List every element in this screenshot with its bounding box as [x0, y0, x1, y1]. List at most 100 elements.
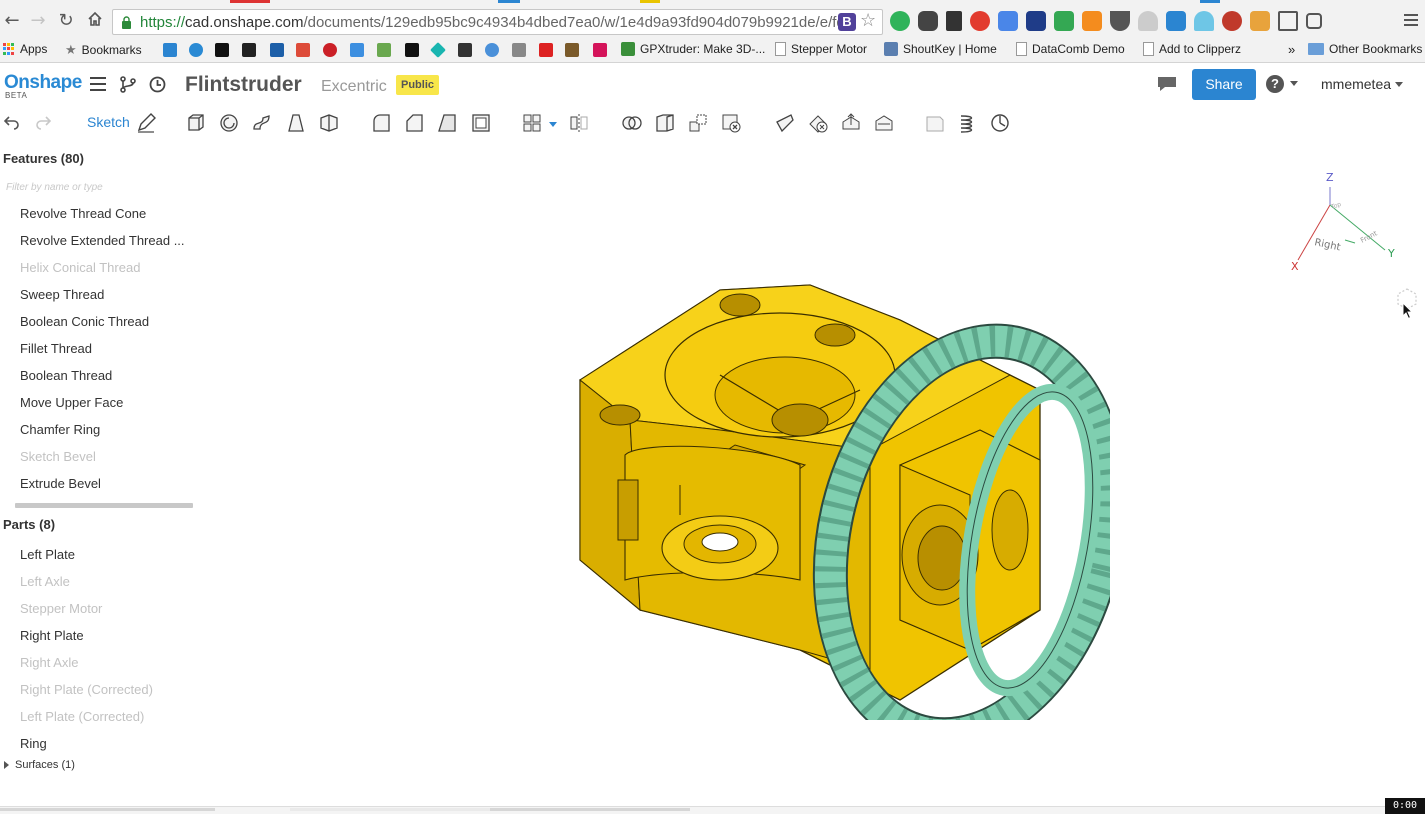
bookmark-icon[interactable] — [430, 42, 446, 58]
move-face-icon[interactable] — [840, 112, 862, 134]
chevron-down-icon[interactable] — [1290, 81, 1298, 86]
extension-icon[interactable] — [890, 11, 910, 31]
feature-item[interactable]: Sketch Bevel — [20, 449, 96, 464]
features-heading[interactable]: Features (80) — [3, 151, 84, 166]
part-item[interactable]: Left Axle — [20, 574, 70, 589]
bookmark-icon[interactable] — [270, 43, 284, 57]
bookmark-stepper-motor[interactable]: Stepper Motor — [775, 42, 867, 56]
back-arrow-icon[interactable]: ← — [2, 11, 22, 31]
feature-filter-input[interactable] — [6, 179, 191, 195]
delete-face-icon[interactable] — [807, 112, 829, 134]
tab-scroll-segment[interactable] — [290, 808, 490, 811]
chevron-down-icon[interactable] — [549, 122, 557, 127]
transform-icon[interactable] — [687, 112, 709, 134]
onshape-icon[interactable] — [189, 43, 203, 57]
versions-branch-icon[interactable] — [119, 75, 137, 93]
address-bar[interactable]: https://cad.onshape.com/documents/129edb… — [112, 9, 883, 35]
bookmark-clipperz[interactable]: Add to Clipperz — [1143, 42, 1241, 56]
translate-icon[interactable] — [998, 11, 1018, 31]
rss-icon[interactable] — [1082, 11, 1102, 31]
home-icon[interactable] — [85, 11, 105, 31]
bookmark-other-bookmarks[interactable]: Other Bookmarks — [1308, 42, 1422, 56]
extrude-icon[interactable] — [185, 112, 207, 134]
cube-face-top[interactable]: Top — [1329, 201, 1342, 211]
gmail-icon[interactable] — [539, 43, 553, 57]
fillet-icon[interactable] — [370, 112, 392, 134]
puzzle-icon[interactable] — [946, 11, 962, 31]
mirror-icon[interactable] — [568, 112, 590, 134]
feature-item[interactable]: Sweep Thread — [20, 287, 104, 302]
hamburger-menu-icon[interactable] — [90, 77, 106, 91]
trello-icon[interactable] — [163, 43, 177, 57]
sheet-metal-icon[interactable] — [924, 112, 946, 134]
google-plus-icon[interactable] — [296, 43, 310, 57]
part-item[interactable]: Right Plate — [20, 628, 84, 643]
bookmark-icon[interactable] — [242, 43, 256, 57]
bookmark-star-icon[interactable]: ☆ — [860, 11, 876, 31]
tab-scroll-segment[interactable] — [0, 808, 215, 811]
chevron-right-icon[interactable] — [4, 761, 9, 769]
feature-item[interactable]: Boolean Thread — [20, 368, 112, 383]
feature-item[interactable]: Revolve Thread Cone — [20, 206, 146, 221]
sweep-icon[interactable] — [251, 112, 273, 134]
parts-heading[interactable]: Parts (8) — [3, 517, 55, 532]
shell-icon[interactable] — [470, 112, 492, 134]
basket-icon[interactable] — [1250, 11, 1270, 31]
sketch-button[interactable]: Sketch — [87, 114, 130, 130]
evernote-icon[interactable] — [918, 11, 938, 31]
bookmark-icon[interactable] — [377, 43, 391, 57]
measure-icon[interactable] — [989, 112, 1011, 134]
ladybug-icon[interactable] — [1222, 11, 1242, 31]
feature-item[interactable]: Helix Conical Thread — [20, 260, 140, 275]
helix-icon[interactable] — [957, 112, 979, 134]
redo-icon[interactable] — [34, 113, 52, 131]
feature-item[interactable]: Revolve Extended Thread ... — [20, 233, 185, 248]
part-item[interactable]: Left Plate (Corrected) — [20, 709, 144, 724]
help-icon[interactable]: ? — [1266, 75, 1284, 93]
bookmark-shoutkey[interactable]: ShoutKey | Home — [884, 42, 997, 56]
workspace-name[interactable]: Excentric — [321, 78, 387, 96]
plane-icon[interactable] — [774, 112, 796, 134]
graphics-viewport[interactable]: Z X Y Right Front Top — [215, 140, 1425, 806]
chamfer-icon[interactable] — [403, 112, 425, 134]
history-clock-icon[interactable] — [149, 76, 166, 93]
pinterest-icon[interactable] — [323, 43, 337, 57]
feature-item[interactable]: Fillet Thread — [20, 341, 92, 356]
3d-icon[interactable] — [215, 43, 229, 57]
cast-icon[interactable] — [1278, 11, 1298, 31]
square-icon[interactable] — [1306, 13, 1322, 29]
feature-item[interactable]: Extrude Bevel — [20, 476, 101, 491]
fire-off-icon[interactable] — [1138, 11, 1158, 31]
dropbox-icon[interactable] — [350, 43, 364, 57]
document-title[interactable]: Flintstruder — [185, 73, 302, 97]
bookmark-datacomb[interactable]: DataComb Demo — [1016, 42, 1125, 56]
bookmark-icon[interactable] — [512, 43, 526, 57]
share-button[interactable]: Share — [1192, 69, 1256, 100]
part-item[interactable]: Right Plate (Corrected) — [20, 682, 153, 697]
revolve-icon[interactable] — [218, 112, 240, 134]
extension-icon[interactable] — [970, 11, 990, 31]
megaphone-icon[interactable] — [1166, 11, 1186, 31]
loft-icon[interactable] — [285, 112, 307, 134]
forward-arrow-icon[interactable]: → — [28, 11, 48, 31]
comments-icon[interactable] — [1156, 75, 1178, 93]
bookmark-gpxtruder[interactable]: GPXtruder: Make 3D-... — [621, 42, 765, 56]
chevron-down-icon[interactable] — [1395, 82, 1403, 87]
part-item[interactable]: Stepper Motor — [20, 601, 102, 616]
feature-list-scrollbar[interactable] — [15, 503, 193, 508]
thicken-icon[interactable] — [318, 112, 340, 134]
boolean-icon[interactable] — [621, 112, 643, 134]
pattern-icon[interactable] — [521, 112, 543, 134]
ghost-icon[interactable] — [1194, 11, 1214, 31]
doc-icon[interactable] — [1054, 11, 1074, 31]
pencil-icon[interactable] — [135, 112, 157, 134]
feature-item[interactable]: Chamfer Ring — [20, 422, 100, 437]
part-item[interactable]: Ring — [20, 736, 47, 751]
bookmark-icon[interactable] — [565, 43, 579, 57]
bookmark-icon[interactable] — [405, 43, 419, 57]
replace-face-icon[interactable] — [873, 112, 895, 134]
bookmark-folder-bookmarks[interactable]: ★ Bookmarks — [65, 42, 142, 58]
delete-part-icon[interactable] — [720, 112, 742, 134]
pocket-icon[interactable] — [1110, 11, 1130, 31]
surfaces-folder[interactable]: Surfaces (1) — [4, 759, 75, 771]
